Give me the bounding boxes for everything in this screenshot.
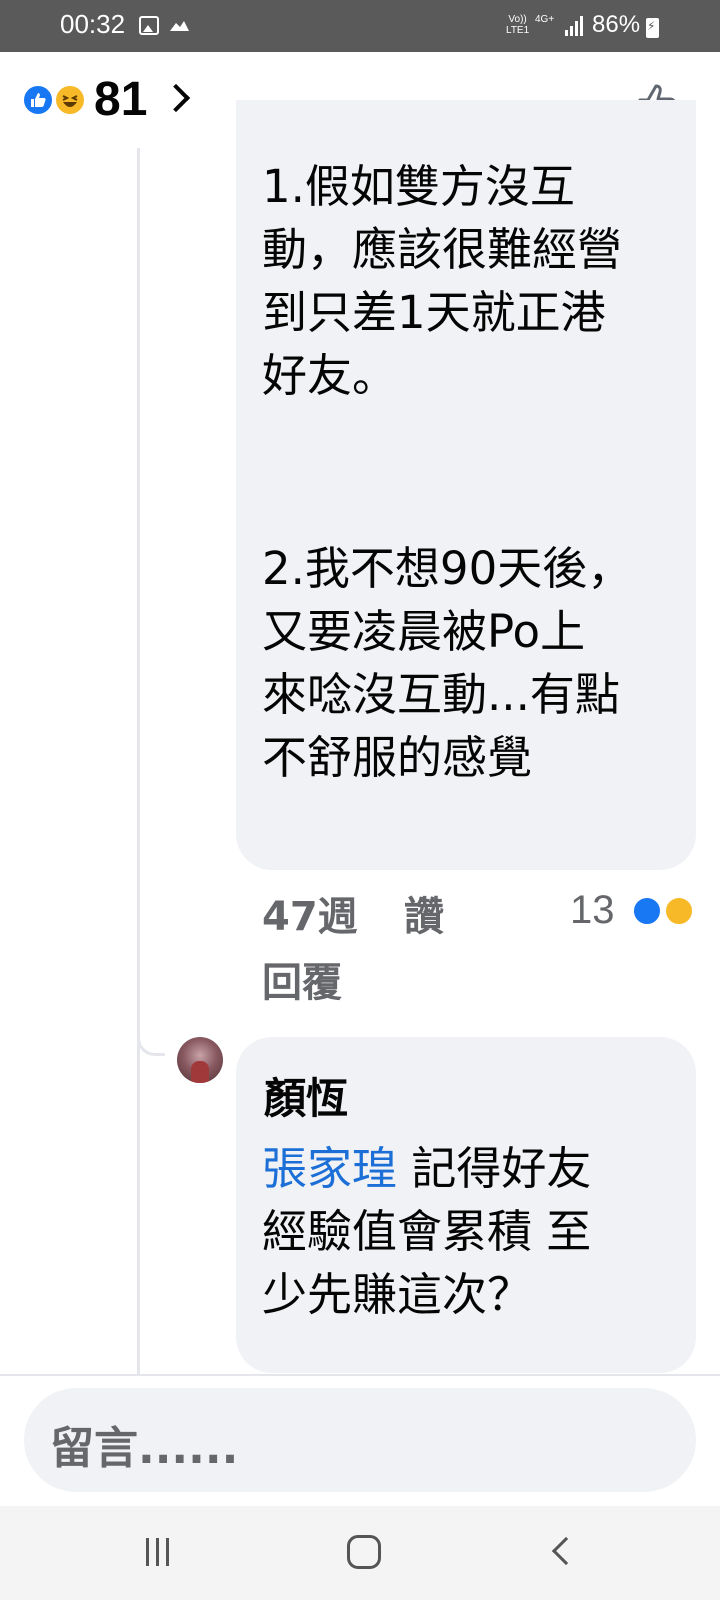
volte-label: Vo)) [508, 14, 527, 25]
battery-percentage: 86% [592, 11, 641, 38]
comment-line: 好友。 [262, 349, 398, 402]
comment-text: 記得好友 [397, 1142, 592, 1195]
reaction-count[interactable]: 81 [94, 72, 147, 127]
chevron-right-icon[interactable] [161, 83, 191, 113]
reply-button[interactable]: 回覆 [262, 950, 342, 1008]
thread-line [137, 148, 140, 1374]
recent-bar [156, 1538, 159, 1566]
cloud-notification-icon [170, 21, 189, 31]
like-reaction-icon[interactable] [632, 896, 662, 926]
gallery-notification-icon [139, 16, 159, 35]
recent-bar [166, 1538, 169, 1566]
laughing-face-icon [62, 95, 78, 107]
comment-line: 張家瑝 記得好友 [262, 1137, 682, 1200]
composer-divider [0, 1374, 720, 1376]
signal-strength-icon [565, 16, 583, 36]
comment-line: 到只差1天就正港 [262, 286, 606, 339]
comment-line: 又要凌晨被Po上 [262, 605, 586, 658]
avatar[interactable] [177, 1037, 223, 1083]
comment-line: 2.我不想90天後， [262, 542, 633, 595]
haha-reaction-icon[interactable] [664, 896, 694, 926]
battery-charging-icon [646, 18, 659, 38]
haha-reaction-icon[interactable] [54, 84, 86, 116]
like-reaction-icon[interactable] [22, 84, 54, 116]
comment-line: 不舒服的感覺 [262, 731, 533, 784]
like-button[interactable]: 讚 [404, 884, 444, 942]
volte-indicator: Vo)) LTE1 [506, 14, 529, 36]
mention-link[interactable]: 張家瑝 [262, 1142, 397, 1195]
comment-line: 少先賺這次？ [262, 1268, 533, 1321]
comment-bubble[interactable]: 1.假如雙方沒互 動，應該很難經營 到只差1天就正港 好友。 2.我不想90天後… [236, 100, 696, 870]
network-type: 4G+ [535, 14, 555, 25]
thread-reply-connector [137, 1028, 165, 1056]
comment-line: 1.假如雙方沒互 [262, 160, 575, 213]
comment-input-placeholder: 留言...... [50, 1423, 239, 1474]
reply-comment-text: 張家瑝 記得好友 經驗值會累積 至 少先賺這次？ [262, 1137, 682, 1326]
comment-author[interactable]: 顏恆 [264, 1065, 348, 1126]
recent-apps-icon[interactable] [146, 1538, 178, 1568]
status-bar: 00:32 Vo)) LTE1 4G+ 86% [0, 0, 720, 52]
comment-line: 經驗值會累積 至 [262, 1205, 592, 1258]
lte-label: LTE1 [506, 25, 530, 36]
comment-timestamp[interactable]: 47週 [262, 884, 358, 942]
comment-text-part-2: 2.我不想90天後， 又要凌晨被Po上 來唸沒互動...有點 不舒服的感覺 [262, 537, 682, 789]
reply-comment-bubble[interactable]: 顏恆 張家瑝 記得好友 經驗值會累積 至 少先賺這次？ [236, 1037, 696, 1373]
comment-reaction-count[interactable]: 13 [570, 888, 615, 933]
status-time: 00:32 [60, 9, 126, 39]
home-icon[interactable] [347, 1535, 381, 1569]
thumbs-up-icon [31, 93, 46, 107]
comment-line: 動，應該很難經營 [262, 223, 623, 276]
comment-line: 來唸沒互動...有點 [262, 668, 620, 721]
recent-bar [146, 1538, 149, 1566]
comment-text-part-1: 1.假如雙方沒互 動，應該很難經營 到只差1天就正港 好友。 [262, 155, 682, 407]
